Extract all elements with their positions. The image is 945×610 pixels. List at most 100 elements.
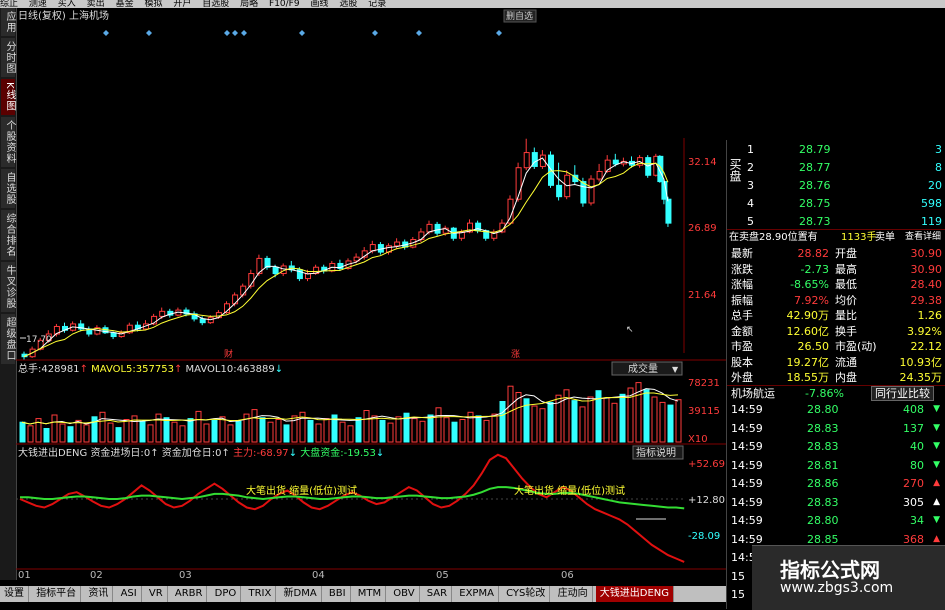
volume-bar	[587, 396, 594, 443]
tab-new-dma[interactable]: 新DMA	[280, 586, 322, 602]
tick-price: 28.83	[807, 421, 839, 435]
tab-mtm[interactable]: MTM	[354, 586, 387, 602]
volume-bar	[427, 414, 434, 443]
tab-deng[interactable]: 大钱进出DENG	[595, 586, 675, 602]
tick-time: 15	[731, 588, 745, 601]
tab-expma[interactable]: EXPMA	[455, 586, 499, 602]
volume-bar	[323, 418, 330, 443]
toolbar-item[interactable]: 记录	[368, 0, 386, 8]
toolbar-item[interactable]: 画线	[310, 0, 328, 8]
quote-stat-row: 外盘 18.55万 内盘 24.35万	[727, 370, 945, 385]
toolbar-item[interactable]: 基金	[116, 0, 134, 8]
indicator-tick: +12.80	[688, 495, 725, 506]
side-tab-intraday[interactable]: 分时图	[1, 38, 15, 77]
tick-volume: 270	[903, 477, 924, 490]
toolbar-item[interactable]: 测速	[29, 0, 47, 8]
volume-bar	[499, 401, 506, 443]
candlestick-series	[21, 138, 672, 361]
volume-bar	[507, 385, 514, 443]
quote-stat-row: 股本 19.27亿 流通 10.93亿	[727, 355, 945, 370]
tab-indicator-platform[interactable]: 指标平台	[32, 586, 82, 602]
volume-bar	[195, 410, 202, 443]
tab-news[interactable]: 资讯	[84, 586, 114, 602]
stat-value: 28.82	[797, 247, 830, 260]
volume-bar	[123, 419, 130, 443]
stat-value: 3.92%	[907, 324, 942, 338]
tab-asi[interactable]: ASI	[117, 586, 142, 602]
side-tab-diagnosis[interactable]: 牛叉诊股	[1, 261, 15, 312]
side-tab-watchlist[interactable]: 自选股	[1, 168, 15, 208]
tab-vr[interactable]: VR	[145, 586, 168, 602]
tab-dpo[interactable]: DPO	[211, 586, 242, 602]
toolbar-item[interactable]: 自选股	[202, 0, 229, 8]
tab-trix[interactable]: TRIX	[244, 586, 277, 602]
tab-settings[interactable]: 设置	[0, 586, 29, 602]
toolbar-item[interactable]: F10/F9	[269, 0, 300, 8]
side-tab-apps[interactable]: 应用	[1, 8, 15, 36]
volume-bar	[491, 413, 498, 443]
tab-arbr[interactable]: ARBR	[171, 586, 208, 602]
stat-label: 均价	[835, 293, 857, 307]
volume-bar	[267, 421, 274, 443]
entry-day-label: 资金进场日:	[90, 446, 143, 459]
indicator-help-button[interactable]: 指标说明	[636, 446, 676, 459]
toolbar-item[interactable]: 局略	[240, 0, 258, 8]
tick-time: 15	[731, 569, 745, 583]
volume-bar	[531, 405, 538, 443]
tick-volume: 40	[910, 440, 924, 453]
volume-bar	[115, 427, 122, 443]
delete-watchlist-button[interactable]: 删自选	[506, 10, 533, 22]
svg-text:大钱进出DENG 资金进场日:0↑: 大钱进出DENG 资金进场日:0↑ 资金加仓日:0↑ 主力:-68.97↓ 大盘…	[18, 446, 384, 459]
side-tab-super-quote[interactable]: 超级盘口	[1, 313, 15, 364]
candle	[572, 165, 579, 185]
main-force-line	[19, 453, 685, 563]
toolbar-item[interactable]: 卖出	[87, 0, 105, 8]
chart-canvas[interactable]: 日线(复权) 上海机场 删自选 32.14 26.89 21.64 17.70	[16, 8, 726, 570]
volume-bar	[251, 409, 258, 443]
sell-order-link[interactable]: 卖单	[875, 230, 895, 245]
tab-bbi[interactable]: BBI	[325, 586, 351, 602]
side-tab-stock-info[interactable]: 个股资料	[1, 116, 15, 167]
quote-stat-row: 振幅 7.92% 均价 29.38	[727, 293, 945, 308]
volume-bar	[107, 422, 114, 443]
arrow-up-icon: ▲	[933, 496, 940, 507]
arrow-down-icon: ▼	[933, 422, 940, 433]
side-tab-kline[interactable]: K线图	[1, 79, 15, 115]
event-markers	[103, 30, 502, 36]
toolbar-item[interactable]: 买入	[58, 0, 76, 8]
volume-bar	[211, 419, 218, 443]
event-marker-icon	[241, 30, 247, 36]
stat-value: -2.73	[800, 262, 829, 276]
sector-name[interactable]: 机场航运	[731, 386, 775, 401]
mavol5-label: MAVOL5:	[91, 364, 136, 375]
x-axis-label: 04	[312, 570, 325, 581]
tab-obv[interactable]: OBV	[389, 586, 420, 602]
market-fund-label: 大盘资金:	[300, 446, 343, 459]
volume-bar	[667, 404, 674, 443]
toolbar-item[interactable]: 选股	[339, 0, 357, 8]
compare-industry-button[interactable]: 同行业比较	[871, 386, 934, 401]
tab-sar[interactable]: SAR	[423, 586, 453, 602]
sector-row: 机场航运 -7.86% 同行业比较	[727, 385, 945, 401]
event-marker-icon	[146, 30, 152, 36]
candle	[645, 155, 652, 178]
volume-dropdown[interactable]: 成交量	[628, 362, 658, 375]
toolbar-item[interactable]: 模拟	[144, 0, 162, 8]
volume-bar	[171, 421, 178, 443]
tab-cys[interactable]: CYS轮改	[502, 586, 551, 602]
volume-bar	[355, 417, 362, 443]
tick-row: 14:59 28.83 137 ▼	[727, 421, 945, 436]
volume-tick: X10	[688, 434, 708, 445]
tick-volume: 80	[910, 458, 924, 472]
view-detail-link[interactable]: 查看详细	[905, 230, 941, 245]
tick-row: 14:59 28.80 408 ▼	[727, 402, 945, 417]
watermark: 指标公式网 www.zbgs3.com	[752, 545, 945, 610]
toolbar-item[interactable]: 开户	[173, 0, 191, 8]
chart-area[interactable]: 日线(复权) 上海机场 删自选 32.14 26.89 21.64 17.70	[16, 8, 726, 580]
toolbar-item[interactable]: 综止	[0, 0, 18, 8]
indicator-tab-bar: 设置 指标平台 资讯 ASI VR ARBR DPO TRIX 新DMA BBI…	[0, 586, 726, 602]
tab-zhuang[interactable]: 庄动向	[554, 586, 593, 602]
side-tab-ranking[interactable]: 综合排名	[1, 209, 15, 260]
volume-bar	[51, 414, 58, 443]
arrow-down-icon: ▼	[933, 515, 940, 525]
